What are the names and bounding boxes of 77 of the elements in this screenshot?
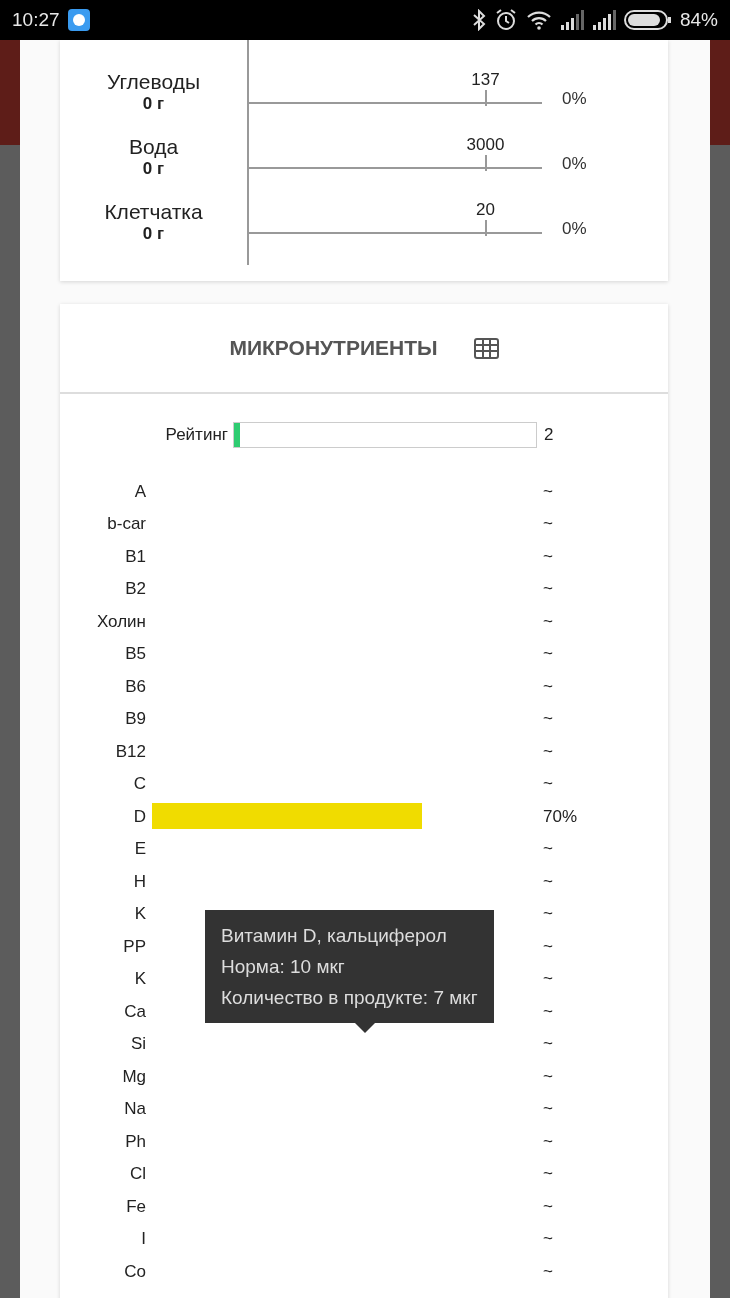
nutrient-value: ~: [543, 1130, 553, 1153]
nutrient-value: ~: [543, 740, 553, 763]
nutrient-label: B5: [124, 643, 146, 665]
nutrient-value: ~: [543, 903, 553, 925]
tooltip-line: Количество в продукте: 7 мкг: [221, 986, 478, 1010]
percent-value: 0%: [562, 218, 587, 240]
percent-value: 0%: [562, 153, 587, 175]
nutrient-label: Co: [123, 1260, 146, 1283]
nutrient-value: ~: [543, 1033, 553, 1055]
battery-icon: [623, 9, 672, 31]
nutrient-label: K: [133, 903, 146, 925]
nutrient-amount: 0 г: [141, 159, 166, 179]
nutrient-label: B2: [124, 578, 146, 600]
nutrient-value: 70%: [543, 805, 578, 828]
nutrient-label: PP: [122, 935, 146, 958]
signal-icon: [559, 10, 584, 30]
nutrient-value: ~: [543, 838, 553, 860]
nutrient-value: ~: [543, 935, 553, 958]
nutrient-value: ~: [543, 1000, 553, 1023]
nutrient-label: Холин: [95, 610, 146, 633]
nutrient-label: Cl: [128, 1163, 146, 1185]
nutrient-value: ~: [543, 708, 553, 730]
nutrient-value: ~: [543, 578, 553, 600]
table-icon[interactable]: [473, 337, 499, 359]
tooltip-line: Норма: 10 мкг: [221, 955, 346, 979]
nutrient-label: D: [132, 805, 146, 828]
nutrient-value: ~: [543, 610, 553, 633]
section-title: МИКРОНУТРИЕНТЫ: [229, 335, 438, 362]
nutrient-label: Ca: [123, 1000, 146, 1023]
signal-icon: [591, 10, 616, 30]
battery-percentage: 84%: [679, 7, 718, 32]
nutrient-value: ~: [543, 1228, 553, 1250]
nutrient-name: Вода: [127, 135, 180, 159]
nutrient-value: ~: [543, 870, 553, 893]
bluetooth-icon: [471, 9, 486, 31]
nutrient-amount: 0 г: [141, 94, 166, 114]
rating-value: 2: [544, 424, 554, 447]
nutrient-value: ~: [543, 513, 553, 535]
nutrient-label: C: [132, 773, 146, 795]
nutrient-label: B12: [114, 740, 146, 763]
nutrient-label: Fe: [125, 1195, 146, 1218]
nutrient-value: ~: [543, 480, 553, 503]
nutrient-label: H: [132, 870, 146, 893]
nutrient-label: E: [133, 838, 146, 860]
nutrient-value: ~: [543, 1195, 553, 1218]
nutrient-label: Ph: [124, 1130, 146, 1153]
nutrient-label: Si: [129, 1033, 146, 1055]
nutrient-value: ~: [543, 1163, 553, 1185]
app-notification-icon: [67, 9, 90, 31]
nutrient-name: Клетчатка: [103, 200, 204, 224]
nutrient-label: b-car: [106, 513, 146, 535]
nutrient-label: A: [133, 480, 146, 503]
nutrient-value: ~: [543, 675, 553, 698]
nutrient-name: Углеводы: [106, 70, 201, 94]
nutrient-label: Mg: [121, 1065, 146, 1088]
norm-label: 137: [471, 69, 500, 91]
clock: 10:27: [12, 7, 60, 32]
nutrient-label: K: [133, 968, 146, 990]
nutrient-value: ~: [543, 1098, 553, 1120]
rating-label: Рейтинг: [164, 424, 228, 447]
percent-value: 0%: [562, 88, 587, 110]
nutrient-label: B9: [124, 708, 146, 730]
wifi-icon: [525, 10, 552, 30]
nutrient-label: B1: [124, 545, 146, 568]
nutrient-value: ~: [543, 968, 553, 990]
nutrient-label: I: [140, 1228, 146, 1250]
nutrient-value: ~: [543, 643, 553, 665]
norm-label: 20: [476, 199, 495, 221]
nutrient-value: ~: [543, 1065, 553, 1088]
nutrient-value: ~: [543, 545, 553, 568]
norm-label: 3000: [466, 134, 505, 156]
nutrient-value: ~: [543, 1260, 553, 1283]
nutrient-label: Na: [123, 1098, 146, 1120]
tooltip-line: Витамин D, кальциферол: [221, 924, 448, 948]
nutrient-amount: 0 г: [141, 224, 166, 244]
nutrient-value: ~: [543, 773, 553, 795]
nutrient-label: B6: [124, 675, 146, 698]
